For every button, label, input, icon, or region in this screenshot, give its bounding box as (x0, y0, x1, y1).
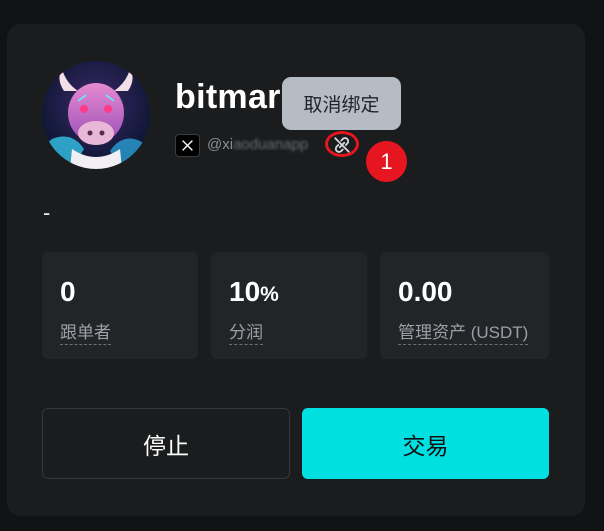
stat-aum-value: 0.00 (398, 276, 453, 307)
stat-aum-label[interactable]: 管理资产 (USDT) (398, 318, 529, 345)
stat-profit-share: 10% 分润 (211, 252, 367, 359)
trade-button[interactable]: 交易 (302, 408, 549, 479)
stat-profit-share-value: 10% (229, 276, 279, 307)
trader-name: bitmar (175, 78, 281, 116)
handle-visible-part: @xi (207, 136, 234, 153)
stat-followers: 0 跟单者 (42, 252, 198, 359)
handle-blurred-part: aoduanapp (233, 136, 309, 153)
social-handle: @xiaoduanapp (207, 136, 308, 153)
stat-followers-value: 0 (60, 276, 76, 307)
unbind-tooltip: 取消绑定 (282, 77, 401, 130)
step-marker-badge: 1 (366, 141, 407, 182)
bio-text: - (43, 200, 51, 225)
avatar[interactable] (42, 61, 150, 169)
x-logo-icon[interactable] (175, 134, 200, 157)
stop-button[interactable]: 停止 (42, 408, 290, 479)
stat-profit-share-label[interactable]: 分润 (229, 318, 263, 345)
stat-followers-label[interactable]: 跟单者 (60, 318, 111, 345)
stat-aum: 0.00 管理资产 (USDT) (380, 252, 549, 359)
unlink-icon[interactable] (333, 136, 351, 154)
